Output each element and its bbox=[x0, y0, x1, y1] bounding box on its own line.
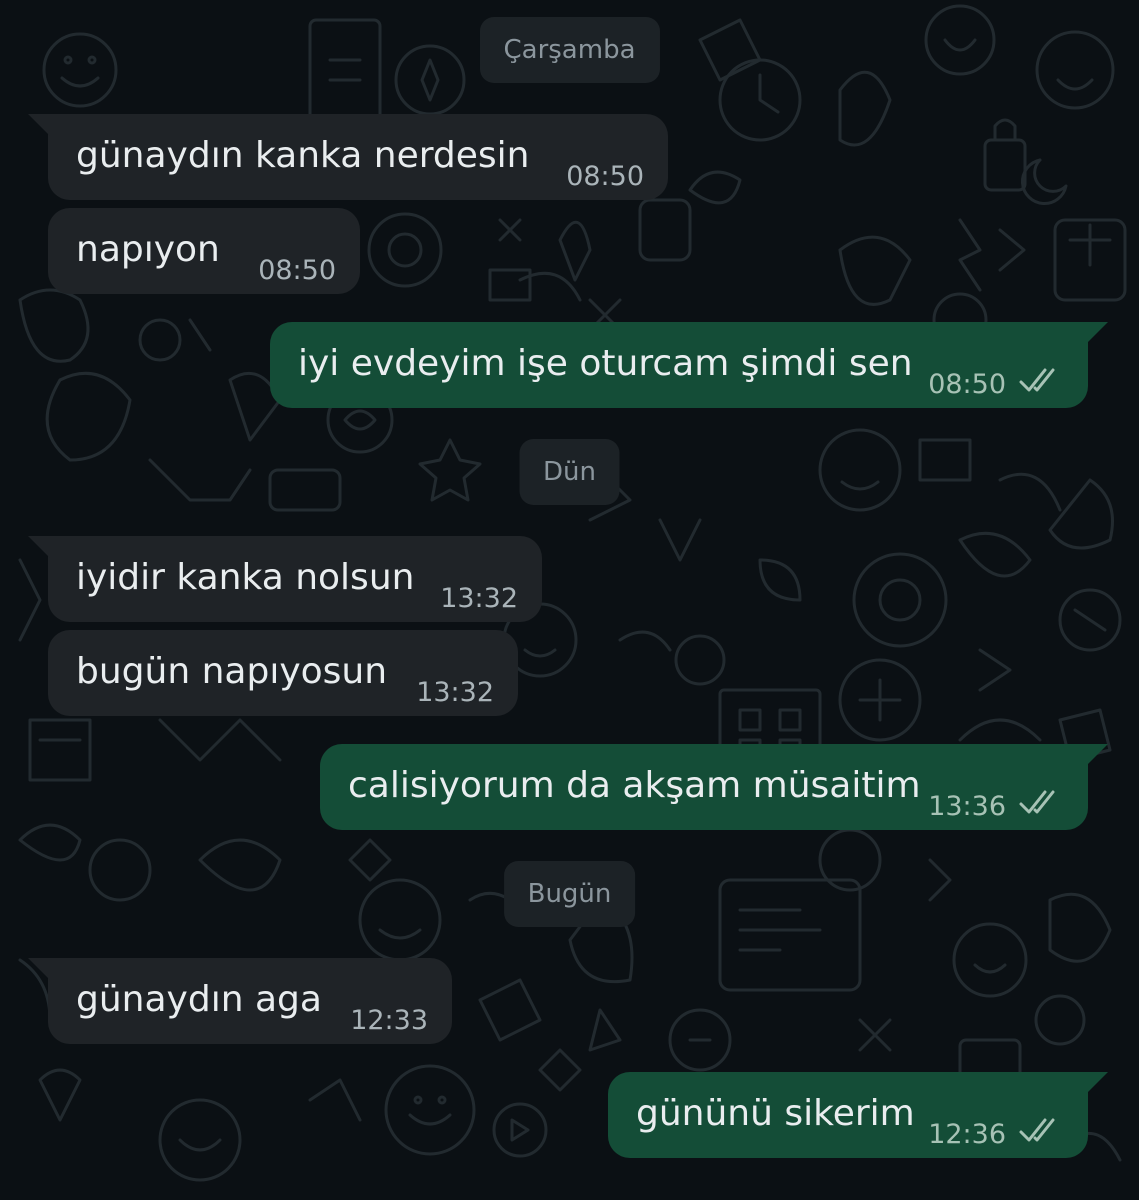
incoming-message-bubble[interactable]: günaydın aga 12:33 bbox=[28, 958, 452, 1044]
date-chip-wednesday: Çarşamba bbox=[479, 17, 660, 83]
bubble-tail bbox=[1086, 1072, 1108, 1094]
message-time: 08:50 bbox=[566, 161, 644, 192]
chat-area: Çarşamba günaydın kanka nerdesin 08:50 n… bbox=[0, 0, 1139, 1200]
outgoing-message-bubble[interactable]: gününü sikerim 12:36 bbox=[608, 1072, 1108, 1158]
bubble-tail bbox=[1086, 744, 1108, 766]
message-time: 12:36 bbox=[928, 1119, 1006, 1150]
message-text: günaydın aga bbox=[76, 979, 322, 1020]
incoming-message-bubble[interactable]: napıyon 08:50 bbox=[48, 208, 360, 294]
message-text: iyi evdeyim işe oturcam şimdi sen bbox=[298, 343, 913, 384]
double-check-icon bbox=[1019, 1118, 1055, 1142]
message-time: 12:33 bbox=[350, 1005, 428, 1036]
bubble-tail bbox=[28, 536, 50, 558]
bubble-tail bbox=[28, 958, 50, 980]
bubble-tail bbox=[28, 114, 50, 136]
incoming-message-bubble[interactable]: iyidir kanka nolsun 13:32 bbox=[28, 536, 542, 622]
double-check-icon bbox=[1019, 368, 1055, 392]
message-time: 13:32 bbox=[416, 677, 494, 708]
message-time: 13:36 bbox=[928, 791, 1006, 822]
message-text: iyidir kanka nolsun bbox=[76, 557, 415, 598]
outgoing-message-bubble[interactable]: iyi evdeyim işe oturcam şimdi sen 08:50 bbox=[270, 322, 1108, 408]
message-time: 08:50 bbox=[928, 369, 1006, 400]
message-text: bugün napıyosun bbox=[76, 651, 388, 692]
incoming-message-bubble[interactable]: günaydın kanka nerdesin 08:50 bbox=[28, 114, 668, 200]
message-time: 13:32 bbox=[440, 583, 518, 614]
incoming-message-bubble[interactable]: bugün napıyosun 13:32 bbox=[48, 630, 518, 716]
outgoing-message-bubble[interactable]: calisiyorum da akşam müsaitim 13:36 bbox=[320, 744, 1108, 830]
date-chip-today: Bugün bbox=[503, 861, 636, 927]
message-text: gününü sikerim bbox=[636, 1093, 915, 1134]
message-text: calisiyorum da akşam müsaitim bbox=[348, 765, 921, 806]
message-time: 08:50 bbox=[258, 255, 336, 286]
message-text: napıyon bbox=[76, 229, 220, 270]
message-text: günaydın kanka nerdesin bbox=[76, 135, 530, 176]
double-check-icon bbox=[1019, 790, 1055, 814]
bubble-tail bbox=[1086, 322, 1108, 344]
date-chip-yesterday: Dün bbox=[519, 439, 620, 505]
